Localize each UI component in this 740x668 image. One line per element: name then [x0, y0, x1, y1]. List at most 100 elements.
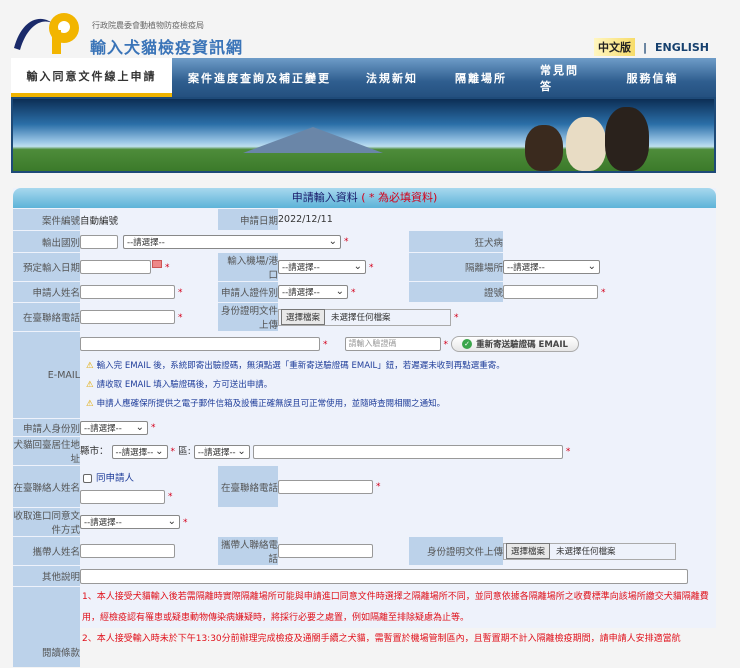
choose-file-button[interactable]: 選擇檔案 [281, 309, 326, 325]
quarantine-select[interactable]: --請選擇-- [503, 260, 600, 274]
email-input[interactable] [80, 337, 320, 351]
export-country-label: 輸出國別 [13, 231, 80, 252]
receive-method-label: 收取進口同意文件方式 [13, 508, 80, 536]
nav-service-mailbox[interactable]: 服務信箱 [605, 58, 700, 97]
phone-label: 在臺聯絡電話 [13, 303, 80, 331]
case-no-value: 自動編號 [80, 215, 119, 227]
dog-image [525, 125, 563, 171]
nav-online-application[interactable]: 輸入同意文件線上申請 [11, 58, 172, 97]
id-no-label: 證號 [409, 282, 503, 302]
apply-date-label: 申請日期 [218, 209, 278, 230]
agency-logo[interactable] [12, 8, 87, 56]
apply-date-value: 2022/12/11 [278, 214, 333, 225]
email-note: ⚠ 請收取 EMAIL 填入驗證碼後，方可送出申請。 [86, 378, 716, 390]
name-input[interactable] [80, 285, 175, 299]
form-title: 申請輸入資料 ( * 為必填資料) [13, 188, 716, 208]
site-header: 行政院農委會動植物防疫檢疫局 輸入犬貓檢疫資訊網 中文版 | ENGLISH [0, 0, 740, 58]
id-upload-file[interactable]: 選擇檔案 未選擇任何檔案 [278, 308, 451, 326]
terms-item: 1、本人接受犬貓輸入後若需隔離時實際隔離場所可能與申請進口同意文件時選擇之隔離場… [82, 592, 709, 623]
warning-icon: ⚠ [86, 399, 94, 409]
identity-select[interactable]: --請選擇-- [80, 420, 148, 435]
arrival-date-label: 預定輸入日期 [13, 253, 80, 281]
district-select[interactable]: --請選擇-- [193, 444, 250, 459]
select-value: --請選擇-- [282, 263, 320, 273]
email-note: ⚠ 申請人應確保所提供之電子郵件信箱及設備正確無誤且可正常使用，並隨時查閱相關之通… [86, 397, 716, 409]
resend-label: 重新寄送驗證碼 EMAIL [476, 340, 568, 350]
nav-quarantine-sites[interactable]: 隔離場所 [437, 58, 525, 97]
file-status: 未選擇任何檔案 [331, 313, 391, 323]
note-text: 申請人應確保所提供之電子郵件信箱及設備正確無誤且可正常使用，並隨時查閱相關之通知… [96, 399, 446, 409]
port-label: 輸入機場/港口 [218, 253, 278, 281]
export-country-select[interactable]: --請選擇-- [123, 234, 342, 249]
export-country-code-input[interactable] [80, 234, 118, 249]
carrier-id-upload-label: 身份證明文件上傳 [409, 537, 503, 565]
main-nav: 輸入同意文件線上申請 案件進度查詢及補正變更 法規新知 隔離場所 常見問答 服務… [11, 58, 716, 97]
select-value: --請選擇-- [84, 423, 122, 434]
carrier-phone-input[interactable] [278, 544, 373, 558]
warning-icon: ⚠ [86, 361, 94, 371]
other-textarea[interactable] [80, 568, 688, 584]
contact-phone-label: 在臺聯絡電話 [218, 466, 278, 507]
lang-en-link[interactable]: ENGLISH [655, 41, 709, 54]
terms-label: 閱讀條款 [13, 587, 80, 667]
identity-label: 申請人身份別 [13, 419, 80, 436]
application-form: 申請輸入資料 ( * 為必填資料) 案件編號 自動編號 申請日期 2022/12… [13, 188, 716, 667]
nav-faq[interactable]: 常見問答 [525, 58, 605, 97]
select-value: --請選擇-- [197, 447, 236, 458]
agency-name: 行政院農委會動植物防疫檢疫局 [92, 21, 204, 30]
banner-image [11, 97, 716, 173]
quarantine-label: 隔離場所 [409, 253, 503, 281]
id-type-label: 申請人證件別 [218, 282, 278, 302]
contact-phone-input[interactable] [278, 479, 373, 494]
district-label: 區: [178, 446, 191, 458]
email-label: E-MAIL [13, 332, 80, 418]
port-select[interactable]: --請選擇-- [278, 260, 366, 274]
other-label: 其他說明 [13, 566, 80, 586]
note-text: 請收取 EMAIL 填入驗證碼後，方可送出申請。 [96, 380, 273, 390]
verify-code-input[interactable]: 請輸入驗證碼 [344, 337, 441, 351]
lang-separator: | [643, 40, 648, 54]
language-switch: 中文版 | ENGLISH [594, 38, 709, 56]
id-no-input[interactable] [503, 285, 598, 299]
warning-icon: ⚠ [86, 380, 94, 390]
same-as-applicant-checkbox[interactable] [83, 473, 92, 483]
arrival-date-input[interactable] [80, 260, 151, 274]
file-status: 未選擇任何檔案 [556, 547, 616, 557]
id-type-select[interactable]: --請選擇-- [278, 285, 348, 299]
lang-zh-link[interactable]: 中文版 [594, 38, 635, 56]
required-note: 為必填資料) [378, 191, 438, 204]
contact-name-input[interactable] [80, 489, 165, 504]
same-as-applicant-label: 同申請人 [96, 472, 135, 484]
phone-input[interactable] [80, 310, 175, 324]
city-label: 縣市： [80, 446, 109, 458]
nav-case-progress[interactable]: 案件進度查詢及補正變更 [172, 58, 347, 97]
resend-email-button[interactable]: ✓ 重新寄送驗證碼 EMAIL [451, 336, 579, 352]
carrier-phone-label: 攜帶人聯絡電話 [218, 537, 278, 565]
check-icon: ✓ [462, 339, 473, 349]
carrier-name-input[interactable] [80, 544, 175, 558]
banner-mountain [243, 127, 383, 153]
terms-item: 2、本人接受輸入時未於下午13:30分前辦理完成檢疫及通關手續之犬貓，需暫置於機… [82, 634, 681, 644]
address-input[interactable] [252, 444, 563, 459]
city-select[interactable]: --請選擇-- [111, 444, 168, 459]
site-title[interactable]: 輸入犬貓檢疫資訊網 [90, 34, 243, 58]
nav-regulations[interactable]: 法規新知 [347, 58, 437, 97]
rabies-label: 狂犬病 [409, 231, 503, 252]
case-no-label: 案件編號 [13, 209, 80, 230]
carrier-name-label: 攜帶人姓名 [13, 537, 80, 565]
name-label: 申請人姓名 [13, 282, 80, 302]
required-star: ( * [361, 191, 378, 204]
note-text: 輸入完 EMAIL 後，系統即寄出驗證碼，無須點選「重新寄送驗證碼 EMAIL」… [96, 361, 505, 371]
id-upload-label: 身份證明文件上傳 [218, 303, 278, 331]
email-note: ⚠ 輸入完 EMAIL 後，系統即寄出驗證碼，無須點選「重新寄送驗證碼 EMAIL… [86, 359, 716, 371]
carrier-id-upload-file[interactable]: 選擇檔案 未選擇任何檔案 [503, 542, 676, 560]
choose-file-button[interactable]: 選擇檔案 [506, 543, 551, 559]
form-table: 案件編號 自動編號 申請日期 2022/12/11 輸出國別 --請選擇--* … [13, 208, 716, 668]
form-title-text: 申請輸入資料 [291, 191, 358, 204]
calendar-icon[interactable] [152, 260, 162, 268]
select-value: --請選擇-- [84, 518, 122, 528]
select-value: --請選擇-- [115, 447, 154, 458]
address-label: 犬貓回臺居住地址 [13, 437, 80, 465]
receive-method-select[interactable]: --請選擇-- [80, 515, 180, 529]
dog-image [605, 107, 649, 171]
